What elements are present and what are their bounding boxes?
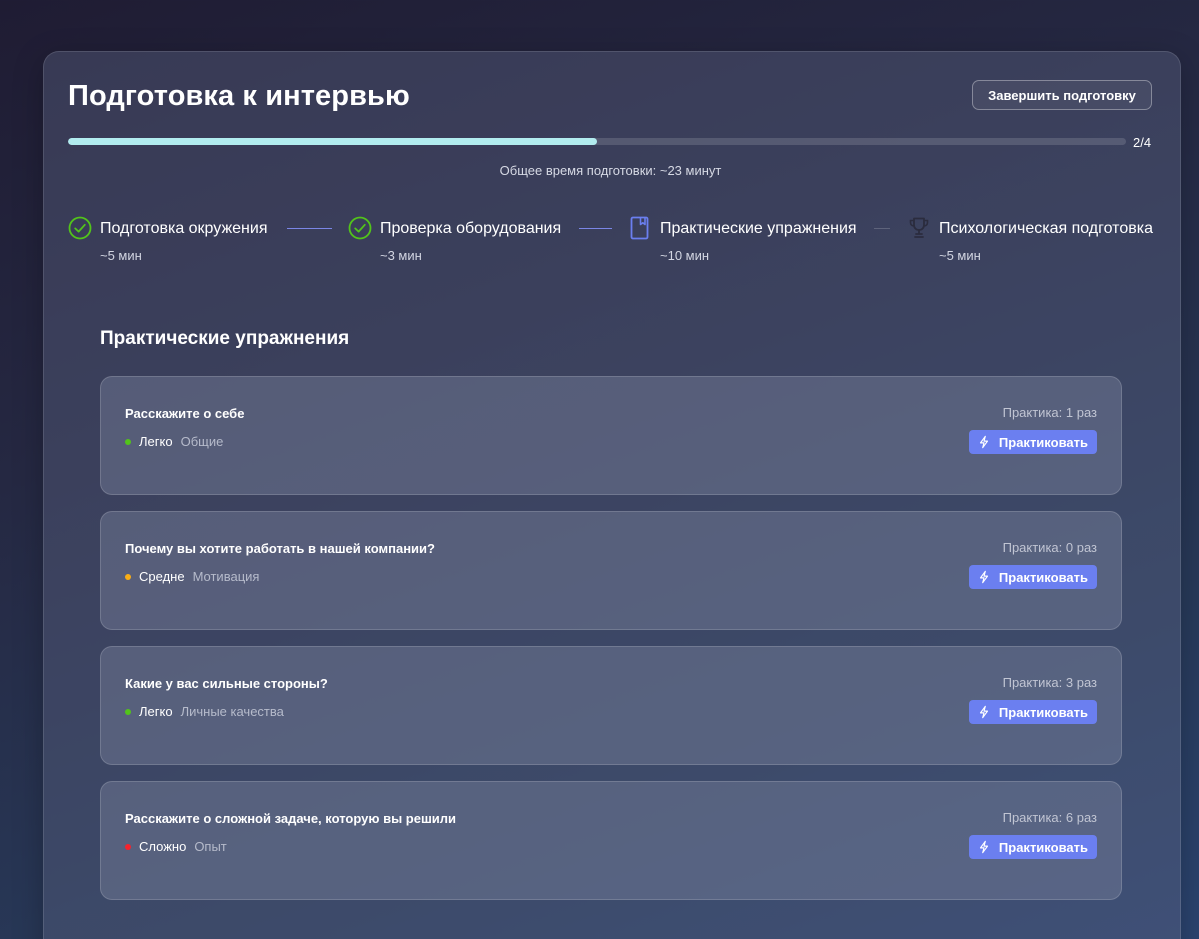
- difficulty-dot: [125, 843, 131, 850]
- exercise-meta: Легко Общие: [125, 434, 223, 449]
- step-duration: ~5 мин: [100, 248, 142, 263]
- exercise-meta: Средне Мотивация: [125, 569, 259, 584]
- practice-button[interactable]: Практиковать: [968, 700, 1097, 724]
- lightning-icon: [979, 705, 988, 719]
- step-connector: [579, 228, 612, 229]
- exercise-card: Какие у вас сильные стороны? Легко Личны…: [100, 646, 1122, 765]
- difficulty-label: Сложно: [139, 839, 187, 854]
- exercise-card: Расскажите о себе Легко Общие Практика: …: [100, 376, 1122, 495]
- step-connector: [874, 228, 890, 229]
- practice-button[interactable]: Практиковать: [968, 565, 1097, 589]
- lightning-icon: [979, 435, 988, 449]
- lightning-icon: [979, 570, 988, 584]
- practice-count: Практика: 0 раз: [1002, 540, 1097, 555]
- practice-button-label: Практиковать: [998, 704, 1088, 720]
- practice-count: Практика: 6 раз: [1002, 810, 1097, 825]
- progress-bar: [68, 138, 1126, 145]
- step-label: Проверка оборудования: [380, 220, 562, 237]
- exercise-question: Расскажите о себе: [125, 406, 245, 421]
- book-icon: [628, 216, 652, 240]
- difficulty-dot: [125, 573, 131, 580]
- practice-button-label: Практиковать: [998, 434, 1088, 450]
- category-label: Опыт: [194, 839, 227, 854]
- difficulty-label: Средне: [139, 569, 185, 584]
- exercise-meta: Сложно Опыт: [125, 839, 227, 854]
- lightning-icon: [979, 840, 988, 854]
- difficulty-dot: [125, 708, 131, 715]
- trophy-icon: [907, 216, 931, 240]
- step-connector: [287, 228, 332, 229]
- practice-button-label: Практиковать: [998, 839, 1088, 855]
- step-duration: ~3 мин: [380, 248, 422, 263]
- practice-button[interactable]: Практиковать: [968, 430, 1097, 454]
- difficulty-label: Легко: [139, 434, 173, 449]
- section-title: Практические упражнения: [100, 328, 350, 349]
- practice-button-label: Практиковать: [998, 569, 1088, 585]
- exercise-question: Какие у вас сильные стороны?: [125, 676, 328, 691]
- category-label: Мотивация: [192, 569, 260, 584]
- exercise-card: Расскажите о сложной задаче, которую вы …: [100, 781, 1122, 900]
- finish-preparation-button[interactable]: Завершить подготовку: [972, 80, 1152, 110]
- check-circle-icon: [68, 216, 92, 240]
- step-label: Практические упражнения: [660, 220, 857, 237]
- page-title: Подготовка к интервью: [68, 80, 410, 112]
- practice-count: Практика: 3 раз: [1002, 675, 1097, 690]
- category-label: Личные качества: [180, 704, 284, 719]
- step-label: Подготовка окружения: [100, 220, 268, 237]
- total-time-label: Общее время подготовки: ~23 минут: [499, 163, 722, 178]
- progress-bar-fill: [68, 138, 597, 145]
- practice-button[interactable]: Практиковать: [968, 835, 1097, 859]
- exercise-meta: Легко Личные качества: [125, 704, 284, 719]
- check-circle-icon: [348, 216, 372, 240]
- difficulty-label: Легко: [139, 704, 173, 719]
- progress-count: 2/4: [1133, 135, 1152, 150]
- exercise-question: Почему вы хотите работать в нашей компан…: [125, 541, 435, 556]
- difficulty-dot: [125, 438, 131, 445]
- category-label: Общие: [180, 434, 224, 449]
- step-duration: ~10 мин: [660, 248, 710, 263]
- practice-count: Практика: 1 раз: [1002, 405, 1097, 420]
- step-label: Психологическая подготовка: [939, 220, 1153, 237]
- exercise-question: Расскажите о сложной задаче, которую вы …: [125, 811, 457, 826]
- exercise-card: Почему вы хотите работать в нашей компан…: [100, 511, 1122, 630]
- step-duration: ~5 мин: [939, 248, 981, 263]
